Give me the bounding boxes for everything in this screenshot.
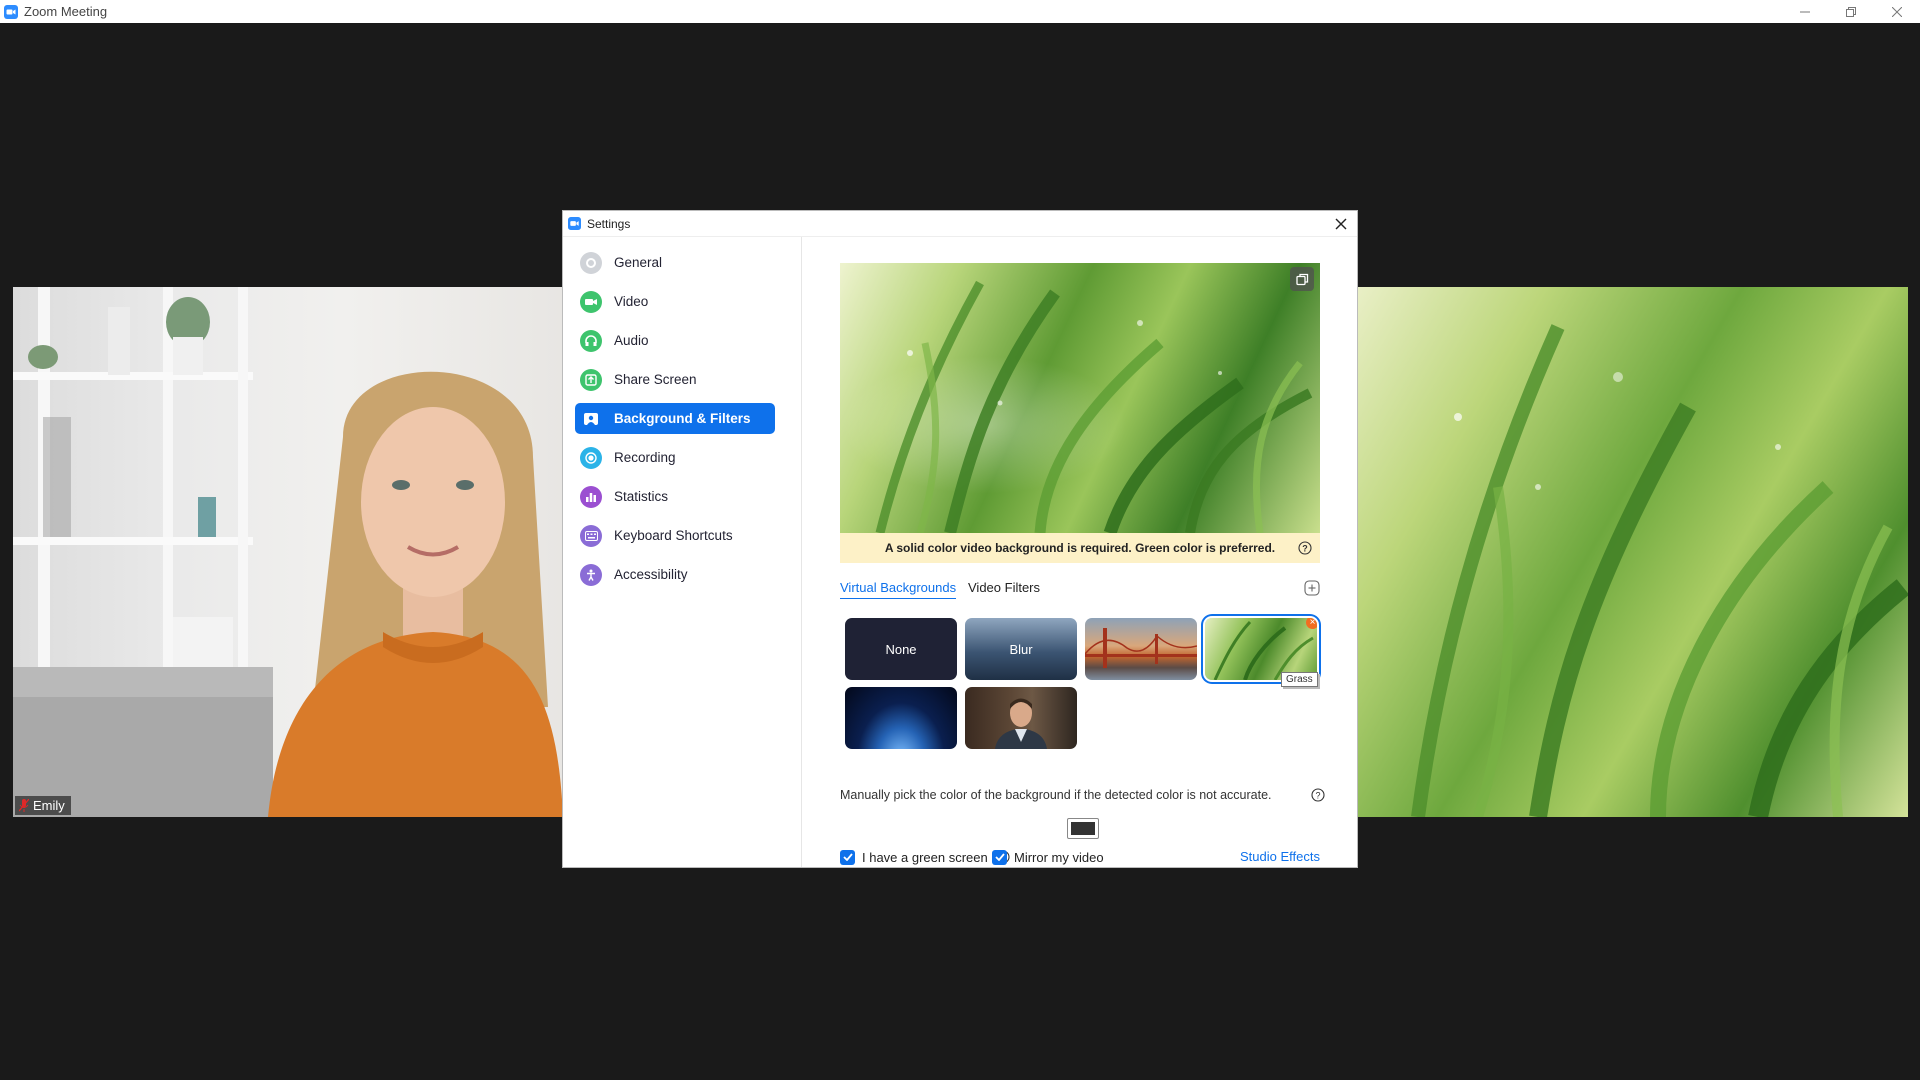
background-earth-space[interactable] — [845, 687, 957, 749]
popout-icon — [1295, 273, 1308, 285]
sidebar-item-audio[interactable]: Audio — [575, 325, 775, 356]
sidebar-item-label: Keyboard Shortcuts — [614, 528, 733, 543]
close-window-button[interactable] — [1874, 0, 1920, 23]
manual-pick-text: Manually pick the color of the backgroun… — [840, 788, 1272, 802]
headphones-icon — [580, 329, 602, 352]
participant-name: Emily — [33, 798, 65, 813]
background-golden-gate[interactable] — [1085, 618, 1197, 680]
green-screen-warning: A solid color video background is requir… — [840, 533, 1320, 563]
muted-microphone-icon — [19, 799, 29, 812]
zoom-app-icon — [568, 217, 581, 230]
studio-effects-link[interactable]: Studio Effects — [1240, 849, 1320, 864]
sidebar-item-label: Statistics — [614, 489, 669, 504]
bar-chart-icon — [580, 485, 602, 508]
help-icon[interactable]: ? — [1298, 541, 1312, 555]
sidebar-item-accessibility[interactable]: Accessibility — [575, 559, 775, 590]
settings-title: Settings — [587, 216, 631, 231]
sidebar-item-label: Audio — [614, 333, 649, 348]
color-swatch-fill — [1071, 822, 1095, 835]
close-icon — [1892, 6, 1902, 17]
mirror-video-option[interactable]: Mirror my video — [992, 849, 1104, 865]
sidebar-item-label: Accessibility — [614, 567, 688, 582]
background-label: Blur — [1009, 641, 1033, 657]
self-video-tile[interactable] — [1358, 287, 1908, 817]
popout-preview-button[interactable] — [1290, 267, 1314, 291]
sidebar-item-recording[interactable]: Recording — [575, 442, 775, 473]
window-titlebar: Zoom Meeting — [0, 0, 1920, 23]
checkmark-icon — [842, 853, 853, 861]
sidebar-item-label: Recording — [614, 450, 676, 465]
background-tooltip: Grass — [1281, 672, 1318, 687]
restore-icon — [1846, 6, 1856, 17]
mirror-video-label: Mirror my video — [1014, 849, 1104, 865]
video-camera-icon — [580, 290, 602, 313]
video-preview — [840, 263, 1320, 533]
sidebar-item-label: General — [614, 255, 663, 270]
background-none[interactable]: None — [845, 618, 957, 680]
sidebar-item-background-filters[interactable]: Background & Filters — [575, 403, 775, 434]
sidebar-item-video[interactable]: Video — [575, 286, 775, 317]
grass-preview-image — [875, 280, 1313, 533]
svg-text:?: ? — [1302, 544, 1308, 554]
background-tabs: Virtual Backgrounds Video Filters — [840, 580, 1320, 600]
participant-video-tile[interactable]: Emily — [13, 287, 563, 817]
share-screen-icon — [580, 368, 602, 391]
background-grass[interactable]: × — [1205, 618, 1317, 680]
background-color-picker[interactable] — [1067, 818, 1099, 839]
gear-icon — [580, 251, 602, 274]
sidebar-item-share-screen[interactable]: Share Screen — [575, 364, 775, 395]
close-icon — [1335, 218, 1347, 230]
participant-name-tag: Emily — [15, 796, 71, 815]
sidebar-item-label: Share Screen — [614, 372, 697, 387]
golden-gate-image — [1085, 628, 1197, 668]
green-screen-checkbox[interactable] — [840, 849, 855, 865]
restore-button[interactable] — [1828, 0, 1874, 23]
background-office-person[interactable] — [965, 687, 1077, 749]
tab-virtual-backgrounds[interactable]: Virtual Backgrounds — [840, 580, 957, 599]
green-screen-option[interactable]: I have a green screen ? — [840, 849, 1010, 865]
window-title: Zoom Meeting — [24, 4, 108, 19]
svg-text:?: ? — [1315, 791, 1320, 801]
help-icon[interactable]: ? — [1311, 788, 1325, 802]
grass-thumbnail-image — [1213, 620, 1314, 680]
record-icon — [580, 446, 602, 469]
keyboard-icon — [580, 524, 602, 547]
mirror-video-checkbox[interactable] — [992, 849, 1007, 865]
grass-video — [1411, 324, 1908, 817]
green-screen-label: I have a green screen — [862, 849, 988, 865]
background-icon — [580, 408, 602, 430]
minimize-icon — [1800, 11, 1810, 12]
tab-video-filters[interactable]: Video Filters — [968, 580, 1040, 595]
person-thumbnail-image — [995, 698, 1047, 749]
warning-text: A solid color video background is requir… — [884, 541, 1276, 555]
sidebar-item-statistics[interactable]: Statistics — [575, 481, 775, 512]
sidebar-item-general[interactable]: General — [575, 247, 775, 278]
minimize-button[interactable] — [1782, 0, 1828, 23]
zoom-app-icon — [4, 4, 18, 19]
sidebar-item-keyboard-shortcuts[interactable]: Keyboard Shortcuts — [575, 520, 775, 551]
background-filters-panel: A solid color video background is requir… — [802, 237, 1357, 867]
background-label: None — [885, 641, 917, 657]
participant-video — [13, 287, 563, 817]
checkmark-icon — [994, 853, 1005, 861]
delete-background-icon[interactable]: × — [1306, 618, 1317, 629]
settings-titlebar: Settings — [563, 211, 1357, 237]
add-background-icon[interactable] — [1304, 580, 1320, 596]
sidebar-item-label: Video — [614, 294, 649, 309]
sidebar-item-label: Background & Filters — [614, 411, 751, 426]
accessibility-icon — [580, 563, 602, 586]
settings-sidebar: General Video Audio Share Screen Backgro… — [563, 237, 802, 867]
settings-close-button[interactable] — [1331, 214, 1351, 234]
background-blur[interactable]: Blur — [965, 618, 1077, 680]
settings-dialog: Settings General Video Audio Share Scree… — [563, 211, 1357, 867]
